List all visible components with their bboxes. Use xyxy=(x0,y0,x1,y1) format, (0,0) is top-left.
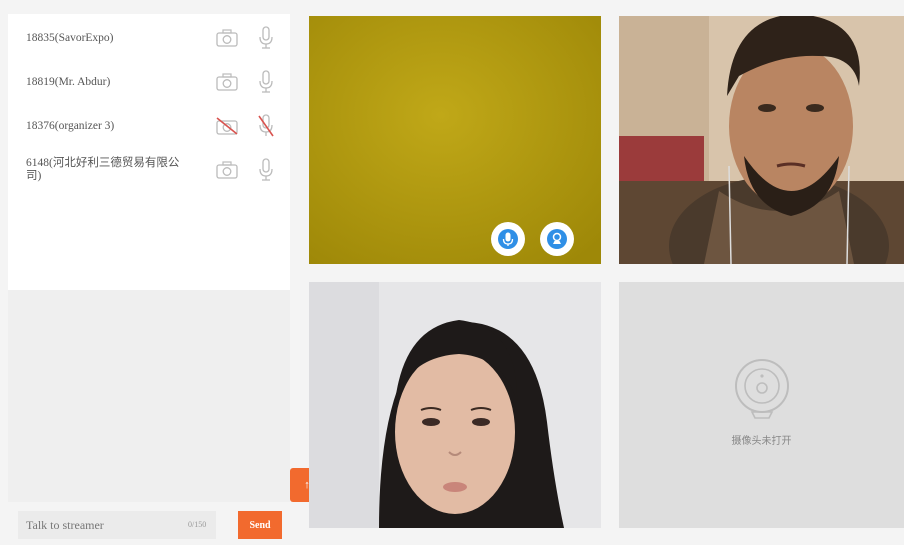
participant-name: 18835(SavorExpo) xyxy=(26,31,114,44)
chat-input[interactable] xyxy=(18,511,216,539)
camera-icon xyxy=(547,229,567,249)
microphone-icon[interactable] xyxy=(258,26,274,50)
microphone-icon[interactable] xyxy=(258,70,274,94)
participant-row[interactable]: 18376(organizer 3) xyxy=(8,104,290,148)
camera-icon[interactable] xyxy=(216,29,238,47)
video-feed xyxy=(309,282,601,528)
send-button[interactable]: Send xyxy=(238,511,282,539)
camera-toggle-button[interactable] xyxy=(540,222,574,256)
participant-row[interactable]: 6148(河北好利三德贸易有限公司) xyxy=(8,148,290,192)
webcam-icon xyxy=(735,359,789,419)
mic-toggle-button[interactable] xyxy=(491,222,525,256)
microphone-icon[interactable] xyxy=(258,158,274,182)
chat-input-area: 0/150 Send xyxy=(8,502,290,545)
participant-list: 18835(SavorExpo) 18819(Mr. Abdur) 18376(… xyxy=(8,14,290,290)
participant-name: 18376(organizer 3) xyxy=(26,119,115,132)
left-panel: 18835(SavorExpo) 18819(Mr. Abdur) 18376(… xyxy=(8,14,290,545)
participant-row[interactable]: 18819(Mr. Abdur) xyxy=(8,60,290,104)
video-tile[interactable] xyxy=(309,16,601,264)
video-tile[interactable] xyxy=(619,16,904,264)
participant-name: 18819(Mr. Abdur) xyxy=(26,75,111,88)
camera-icon[interactable] xyxy=(216,73,238,91)
character-counter: 0/150 xyxy=(188,520,207,529)
camera-off-label: 摄像头未打开 xyxy=(731,436,792,447)
camera-icon[interactable] xyxy=(216,161,238,179)
participant-row[interactable]: 18835(SavorExpo) xyxy=(8,16,290,60)
microphone-icon xyxy=(498,229,518,249)
video-tile-camera-off: 摄像头未打开 xyxy=(619,282,904,528)
participant-name: 6148(河北好利三德贸易有限公司) xyxy=(26,157,180,182)
camera-off-icon[interactable] xyxy=(216,117,238,135)
video-feed xyxy=(619,16,904,264)
video-tile[interactable] xyxy=(309,282,601,528)
microphone-off-icon[interactable] xyxy=(258,114,274,138)
